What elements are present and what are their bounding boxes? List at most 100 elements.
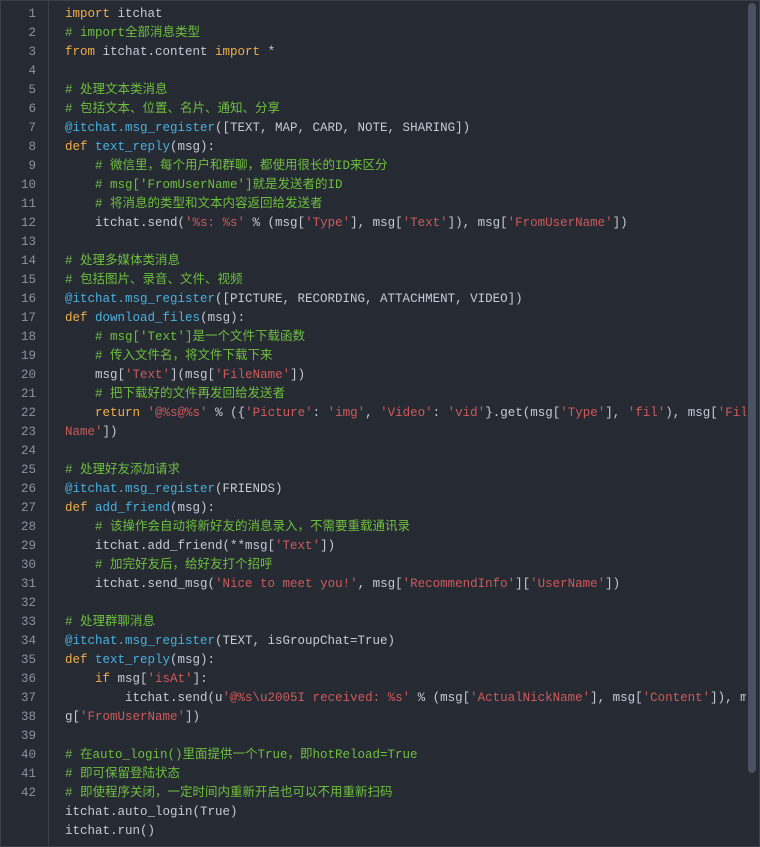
code-line <box>65 594 759 613</box>
token-p: (msg): <box>170 653 215 667</box>
token-cm: # msg['Text']是一个文件下载函数 <box>95 330 305 344</box>
token-p <box>65 520 95 534</box>
token-p: ]: <box>193 672 208 686</box>
token-p: itchat.auto_login(True) <box>65 805 238 819</box>
code-line: itchat.send(u'@%s\u2005I received: %s' %… <box>65 689 759 727</box>
token-p: ], msg[ <box>350 216 403 230</box>
token-p <box>65 672 95 686</box>
code-line: itchat.add_friend(**msg['Text']) <box>65 537 759 556</box>
line-number: 37 <box>1 689 48 708</box>
line-number: 12 <box>1 214 48 233</box>
token-str: 'Type' <box>560 406 605 420</box>
token-dec: @itchat.msg_register <box>65 634 215 648</box>
line-number: 20 <box>1 366 48 385</box>
line-number: 33 <box>1 613 48 632</box>
token-str: 'RecommendInfo' <box>403 577 516 591</box>
line-number: 6 <box>1 100 48 119</box>
token-p <box>65 330 95 344</box>
line-number: 1 <box>1 5 48 24</box>
line-number <box>1 803 48 822</box>
token-str: 'fil' <box>628 406 666 420</box>
token-p: ), msg[ <box>665 406 718 420</box>
token-fn: download_files <box>95 311 200 325</box>
token-kw: import <box>215 45 260 59</box>
code-line: @itchat.msg_register(TEXT, isGroupChat=T… <box>65 632 759 651</box>
token-p: ]) <box>290 368 305 382</box>
token-str: 'Text' <box>125 368 170 382</box>
token-str: 'Video' <box>380 406 433 420</box>
code-line: # 处理好友添加请求 <box>65 461 759 480</box>
code-line: # 将消息的类型和文本内容返回给发送者 <box>65 195 759 214</box>
token-str: '@%s\u2005I received: %s' <box>223 691 411 705</box>
token-str: 'Type' <box>305 216 350 230</box>
line-number: 3 <box>1 43 48 62</box>
code-line: itchat.send('%s: %s' % (msg['Type'], msg… <box>65 214 759 233</box>
code-line <box>65 233 759 252</box>
token-cm: # 在auto_login()里面提供一个True，即hotReload=Tru… <box>65 748 418 762</box>
token-cm: # 微信里，每个用户和群聊，都使用很长的ID来区分 <box>95 159 388 173</box>
code-line: # 把下载好的文件再发回给发送者 <box>65 385 759 404</box>
token-kw: if <box>95 672 110 686</box>
token-p <box>88 653 96 667</box>
line-number: 23 <box>1 423 48 442</box>
code-line <box>65 727 759 746</box>
token-p: ]) <box>185 710 200 724</box>
line-number: 16 <box>1 290 48 309</box>
code-line: if msg['isAt']: <box>65 670 759 689</box>
token-str: 'Text' <box>275 539 320 553</box>
token-cm: # 包括图片、录音、文件、视频 <box>65 273 243 287</box>
code-line: # 在auto_login()里面提供一个True，即hotReload=Tru… <box>65 746 759 765</box>
vertical-scrollbar[interactable] <box>746 2 758 845</box>
token-p: % (msg[ <box>245 216 305 230</box>
token-str: 'FromUserName' <box>80 710 185 724</box>
token-p: ], <box>605 406 628 420</box>
code-line: import itchat <box>65 5 759 24</box>
token-str: '@%s@%s' <box>148 406 208 420</box>
token-cm: # 包括文本、位置、名片、通知、分享 <box>65 102 280 116</box>
token-cm: # 处理多媒体类消息 <box>65 254 180 268</box>
token-p: ][ <box>515 577 530 591</box>
line-number: 29 <box>1 537 48 556</box>
token-str: 'Nice to meet you!' <box>215 577 358 591</box>
token-p <box>65 387 95 401</box>
token-kw: def <box>65 311 88 325</box>
code-line: @itchat.msg_register([PICTURE, RECORDING… <box>65 290 759 309</box>
token-p: ([TEXT, MAP, CARD, NOTE, SHARING]) <box>215 121 470 135</box>
token-p: ](msg[ <box>170 368 215 382</box>
code-line: # msg['FromUserName']就是发送者的ID <box>65 176 759 195</box>
token-p: % ({ <box>208 406 246 420</box>
token-p: , <box>365 406 380 420</box>
line-number: 36 <box>1 670 48 689</box>
token-p: itchat.send_msg( <box>65 577 215 591</box>
code-line: itchat.auto_login(True) <box>65 803 759 822</box>
token-p <box>65 178 95 192</box>
token-p <box>140 406 148 420</box>
token-p: itchat.add_friend(**msg[ <box>65 539 275 553</box>
line-number: 32 <box>1 594 48 613</box>
line-number: 5 <box>1 81 48 100</box>
token-p: ]), msg[ <box>448 216 508 230</box>
line-number: 39 <box>1 727 48 746</box>
token-p <box>88 311 96 325</box>
line-number: 4 <box>1 62 48 81</box>
token-cm: # import全部消息类型 <box>65 26 200 40</box>
token-p: : <box>433 406 448 420</box>
token-cm: # 处理群聊消息 <box>65 615 155 629</box>
token-str: 'Text' <box>403 216 448 230</box>
token-cm: # 即可保留登陆状态 <box>65 767 180 781</box>
scrollbar-thumb[interactable] <box>748 3 756 773</box>
token-fn: text_reply <box>95 140 170 154</box>
code-line: # 即可保留登陆状态 <box>65 765 759 784</box>
line-number: 14 <box>1 252 48 271</box>
line-number: 13 <box>1 233 48 252</box>
token-p: msg[ <box>110 672 148 686</box>
token-p: itchat <box>110 7 163 21</box>
code-area[interactable]: import itchat # import全部消息类型 from itchat.c… <box>49 1 759 846</box>
line-number: 40 <box>1 746 48 765</box>
line-number: 24 <box>1 442 48 461</box>
token-p: ([PICTURE, RECORDING, ATTACHMENT, VIDEO]… <box>215 292 523 306</box>
code-line: def text_reply(msg): <box>65 651 759 670</box>
token-str: '%s: %s' <box>185 216 245 230</box>
line-number: 9 <box>1 157 48 176</box>
code-line: from itchat.content import * <box>65 43 759 62</box>
